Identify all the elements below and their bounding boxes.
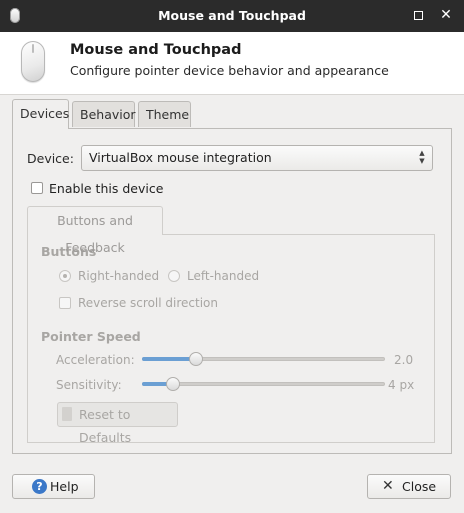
tab-buttons-and-feedback: Buttons and Feedback: [27, 206, 163, 255]
window-title: Mouse and Touchpad: [158, 8, 306, 23]
device-select[interactable]: VirtualBox mouse integration ▲ ▼: [81, 145, 433, 171]
updown-arrows-icon: ▲ ▼: [419, 149, 425, 165]
help-button-label: Help: [50, 479, 79, 494]
maximize-icon[interactable]: [414, 11, 423, 20]
right-handed-radio: [59, 270, 71, 282]
acceleration-value: 2.0: [394, 353, 414, 367]
dialog-header: Mouse and Touchpad Configure pointer dev…: [0, 32, 464, 95]
document-revert-icon: [62, 407, 72, 421]
title-bar[interactable]: Mouse and Touchpad ✕: [0, 0, 464, 32]
left-handed-label: Left-handed: [187, 269, 260, 283]
close-icon: ✕: [382, 478, 394, 494]
enable-device-checkbox[interactable]: [31, 182, 43, 194]
sensitivity-slider-handle: [166, 377, 180, 391]
acceleration-slider-handle: [189, 352, 203, 366]
device-select-value: VirtualBox mouse integration: [89, 150, 272, 165]
sensitivity-label: Sensitivity:: [56, 378, 122, 392]
reverse-scroll-checkbox: [59, 297, 71, 309]
close-button-label: Close: [402, 479, 437, 494]
reset-to-defaults-button: Reset to Defaults: [57, 402, 178, 445]
header-title: Mouse and Touchpad: [70, 42, 242, 58]
help-button[interactable]: ? Help: [12, 474, 95, 499]
enable-device-label[interactable]: Enable this device: [49, 181, 163, 196]
header-subtitle: Configure pointer device behavior and ap…: [70, 63, 389, 78]
window-close-icon[interactable]: ✕: [438, 5, 454, 25]
tab-theme[interactable]: Theme: [138, 101, 191, 127]
acceleration-label: Acceleration:: [56, 353, 135, 367]
close-button[interactable]: ✕ Close: [367, 474, 451, 499]
tab-behavior[interactable]: Behavior: [72, 101, 136, 127]
acceleration-slider-fill: [142, 357, 196, 361]
right-handed-label: Right-handed: [78, 269, 160, 283]
reverse-scroll-label: Reverse scroll direction: [78, 296, 218, 310]
device-label: Device:: [27, 151, 74, 166]
help-icon: ?: [32, 479, 47, 494]
reset-to-defaults-label: Reset to Defaults: [79, 407, 132, 445]
sensitivity-value: 4 px: [388, 378, 415, 392]
mouse-icon: [21, 41, 45, 82]
left-handed-radio: [168, 270, 180, 282]
tab-devices[interactable]: Devices: [12, 99, 69, 129]
pointer-speed-heading: Pointer Speed: [41, 329, 141, 344]
